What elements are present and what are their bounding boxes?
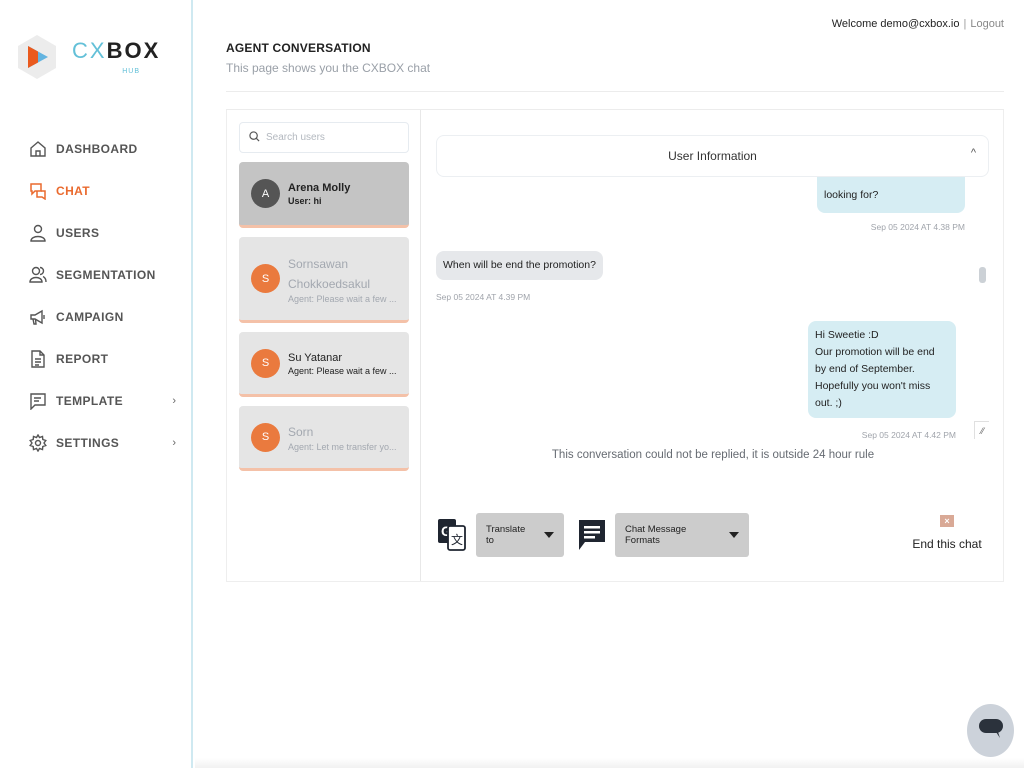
user-information-label: User Information [668, 149, 757, 163]
conversation-item[interactable]: S Sorn Agent: Let me transfer yo... [239, 406, 409, 471]
divider [226, 91, 1004, 92]
sidebar: CXBOX HUB DASHBOARD CHAT USERS SEGMENTAT… [0, 0, 193, 768]
message-timestamp: Sep 05 2024 AT 4.42 PM [861, 430, 956, 440]
sidebar-item-label: DASHBOARD [56, 142, 138, 156]
message-formats-label: Chat Message Formats [625, 524, 687, 546]
message-text: When will be end the promotion? [443, 259, 596, 271]
chat-bubbles-icon [28, 181, 48, 201]
sidebar-item-label: REPORT [56, 352, 109, 366]
sidebar-item-chat[interactable]: CHAT [28, 170, 178, 212]
avatar: A [251, 179, 280, 208]
search-icon [249, 129, 260, 147]
message-bubble-outgoing: Hi Sweetie :D Our promotion will be end … [808, 321, 956, 418]
sidebar-item-segmentation[interactable]: SEGMENTATION [28, 254, 178, 296]
conversation-name: Arena Molly [288, 182, 351, 194]
sidebar-item-users[interactable]: USERS [28, 212, 178, 254]
user-information-toggle[interactable]: User Information ^ [436, 135, 989, 177]
sidebar-item-label: SETTINGS [56, 436, 120, 450]
conversation-name: Sorn [288, 425, 314, 439]
message-line: Hi Sweetie :D [815, 329, 879, 341]
sidebar-nav: DASHBOARD CHAT USERS SEGMENTATION CAMPAI… [28, 128, 178, 464]
users-group-icon [28, 265, 48, 285]
page-subtitle: This page shows you the CXBOX chat [226, 61, 431, 75]
welcome-text: Welcome demo@cxbox.io [831, 18, 960, 30]
topbar: Welcome demo@cxbox.io | Logout [832, 18, 1004, 30]
svg-text:文: 文 [451, 532, 463, 547]
message-square-icon [28, 391, 48, 411]
message-format-icon[interactable] [576, 517, 608, 553]
home-icon [28, 139, 48, 159]
sidebar-item-label: SEGMENTATION [56, 268, 156, 282]
caret-down-icon [729, 532, 739, 538]
user-icon [28, 223, 48, 243]
conversation-name: Su Yatanar [288, 351, 343, 364]
message-formats-dropdown[interactable]: Chat Message Formats [615, 513, 749, 557]
sidebar-item-label: USERS [56, 226, 100, 240]
gear-icon [28, 433, 48, 453]
sidebar-item-label: TEMPLATE [56, 394, 123, 408]
document-icon [28, 349, 48, 369]
sidebar-item-label: CHAT [56, 184, 91, 198]
sidebar-item-label: CAMPAIGN [56, 310, 124, 324]
conversation-preview: Agent: Please wait a few ... [288, 365, 397, 376]
chevron-right-icon[interactable]: › [172, 437, 176, 449]
conversation-item[interactable]: S Su Yatanar Agent: Please wait a few ..… [239, 332, 409, 397]
conversation-item[interactable]: S Sornsawan Chokkoedsakul Agent: Please … [239, 237, 409, 323]
end-chat-icon: × [940, 515, 954, 527]
message-bubble-incoming: When will be end the promotion? [436, 251, 603, 280]
sidebar-item-report[interactable]: REPORT [28, 338, 178, 380]
message-line: out. ;) [815, 397, 842, 409]
message-line: Hopefully you won't miss [815, 380, 931, 392]
scrollbar-thumb[interactable] [979, 267, 986, 283]
footer-shadow [195, 758, 1024, 768]
translate-icon[interactable]: G 文 [436, 517, 468, 553]
conversation-preview: User: hi [288, 196, 322, 206]
search-box[interactable] [239, 122, 409, 153]
message-timestamp: Sep 05 2024 AT 4.38 PM [870, 222, 965, 232]
conversation-preview: Agent: Please wait a few ... [288, 293, 397, 304]
reply-restriction-notice: This conversation could not be replied, … [551, 449, 875, 461]
message-line: Our promotion will be end [815, 346, 935, 358]
end-chat-button[interactable]: × End this chat [907, 515, 987, 551]
logo[interactable]: CXBOX HUB [16, 34, 160, 80]
sidebar-item-settings[interactable]: SETTINGS › [28, 422, 178, 464]
sidebar-item-campaign[interactable]: CAMPAIGN [28, 296, 178, 338]
logo-hexagon-icon [16, 34, 58, 80]
chat-panel: A Arena Molly User: hi S Sornsawan Chokk… [226, 110, 1004, 582]
avatar: S [251, 264, 280, 293]
conversation-preview: Agent: Let me transfer yo... [288, 442, 397, 452]
chevron-right-icon[interactable]: › [172, 395, 176, 407]
support-chat-button[interactable] [967, 704, 1014, 757]
message-list: looking for? Sep 05 2024 AT 4.38 PM When… [436, 177, 989, 442]
sidebar-item-dashboard[interactable]: DASHBOARD [28, 128, 178, 170]
resize-handle-icon[interactable]: ⁄⁄ [974, 421, 989, 439]
conversation-list: A Arena Molly User: hi S Sornsawan Chokk… [227, 110, 421, 581]
search-input[interactable] [266, 132, 396, 143]
end-chat-label: End this chat [912, 537, 982, 551]
avatar: S [251, 348, 280, 378]
logout-link[interactable]: Logout [970, 18, 1004, 30]
brand-name: CXBOX [72, 37, 161, 63]
page-title: AGENT CONVERSATION [226, 41, 371, 55]
chat-bubble-icon [978, 716, 1004, 745]
message-bubble-outgoing: looking for? [817, 177, 965, 213]
topbar-separator: | [963, 18, 967, 30]
sidebar-item-template[interactable]: TEMPLATE › [28, 380, 178, 422]
message-timestamp: Sep 05 2024 AT 4.39 PM [436, 292, 531, 302]
chat-toolbar: G 文 Translate to Chat Message Formats [436, 513, 749, 557]
caret-down-icon [544, 532, 554, 538]
avatar: S [251, 422, 280, 452]
translate-dropdown[interactable]: Translate to [476, 513, 564, 557]
message-text: looking for? [824, 189, 879, 201]
brand-sub: HUB [122, 67, 141, 75]
chevron-up-icon[interactable]: ^ [971, 147, 976, 159]
megaphone-icon [28, 307, 48, 327]
conversation-name: Sornsawan Chokkoedsakul [288, 256, 371, 291]
conversation-item[interactable]: A Arena Molly User: hi [239, 162, 409, 228]
chat-window: User Information ^ looking for? Sep 05 2… [422, 110, 1004, 581]
translate-label: Translate to [486, 524, 526, 546]
message-line: by end of September. [815, 363, 915, 375]
